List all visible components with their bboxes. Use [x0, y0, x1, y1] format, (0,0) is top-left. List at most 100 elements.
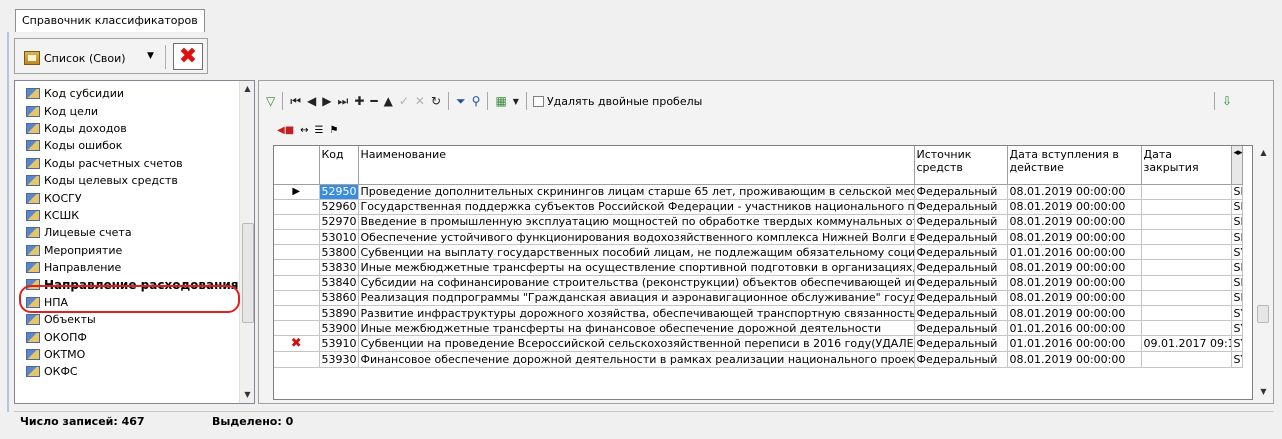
first-record-icon[interactable]: ⏮ [290, 94, 301, 109]
classifier-item[interactable]: Коды ошибок [15, 137, 239, 154]
cell-extra[interactable]: SY [1231, 351, 1243, 368]
close-button[interactable]: ✖ [173, 43, 203, 70]
cell-code[interactable]: 53010 [319, 229, 359, 246]
column-header-end-date[interactable]: Дата закрытия [1141, 146, 1232, 185]
classifier-item[interactable]: Коды целевых средств [15, 172, 239, 189]
column-header-start-date[interactable]: Дата вступления в действие [1007, 146, 1142, 185]
classifier-item[interactable]: Направление расходования [15, 276, 239, 293]
cell-code[interactable]: 52950 [319, 184, 359, 200]
cell-source[interactable]: Федеральный [914, 199, 1008, 215]
cell-start-date[interactable]: 08.01.2019 00:00:00 [1007, 214, 1142, 231]
row-indicator[interactable] [274, 290, 320, 307]
row-indicator[interactable] [274, 259, 320, 276]
search-icon[interactable]: ⚲ [472, 94, 481, 108]
prev-record-icon[interactable]: ◀ [307, 94, 316, 108]
row-indicator[interactable] [274, 275, 320, 291]
row-indicator[interactable] [274, 351, 320, 368]
scroll-thumb[interactable] [242, 223, 254, 323]
cell-name[interactable]: Реализация подпрограммы "Гражданская ави… [358, 290, 915, 307]
cell-start-date[interactable]: 08.01.2019 00:00:00 [1007, 305, 1142, 322]
cell-extra[interactable]: SP [1231, 184, 1243, 200]
add-record-icon[interactable]: ✚ [354, 94, 364, 108]
cell-start-date[interactable]: 08.01.2019 00:00:00 [1007, 275, 1142, 291]
classifier-item[interactable]: ОКОПФ [15, 328, 239, 345]
table-row[interactable]: 53800 Субвенции на выплату государственны… [274, 244, 1243, 261]
cell-extra[interactable]: SY [1231, 244, 1243, 261]
cell-start-date[interactable]: 08.01.2019 00:00:00 [1007, 229, 1142, 246]
cell-start-date[interactable]: 08.01.2019 00:00:00 [1007, 184, 1142, 200]
cell-name[interactable]: Субвенции на проведение Всероссийской се… [358, 335, 915, 353]
table-row[interactable]: ▶ 52950 Проведение дополнительных скрининг… [274, 184, 1243, 200]
tab-classifiers[interactable]: Справочник классификаторов [15, 9, 205, 32]
row-indicator[interactable] [274, 229, 320, 246]
cell-end-date[interactable] [1141, 259, 1232, 276]
cell-start-date[interactable]: 01.01.2016 00:00:00 [1007, 244, 1142, 261]
column-header-name[interactable]: Наименование [358, 146, 915, 185]
next-record-icon[interactable]: ▶ [322, 94, 331, 108]
cell-code[interactable]: 52970 [319, 214, 359, 231]
classifier-item[interactable]: Коды расчетных счетов [15, 155, 239, 172]
cell-start-date[interactable]: 08.01.2019 00:00:00 [1007, 351, 1142, 368]
cell-end-date[interactable]: 09.01.2017 09:1 [1141, 335, 1232, 353]
delete-record-icon[interactable]: ━ [370, 94, 377, 108]
cell-name[interactable]: Введение в промышленную эксплуатацию мощ… [358, 214, 915, 231]
row-indicator[interactable]: ▶ [274, 184, 320, 200]
refresh-icon[interactable]: ↻ [431, 94, 441, 108]
row-indicator[interactable]: ✖ [274, 335, 320, 353]
classifier-item[interactable]: ОКТМО [15, 346, 239, 363]
table-row[interactable]: 53830 Иные межбюджетные трансферты на осу… [274, 259, 1243, 276]
classifier-item[interactable]: Направление [15, 259, 239, 276]
checkbox-box[interactable] [532, 95, 544, 107]
remove-double-spaces-checkbox[interactable]: Удалять двойные пробелы [532, 95, 702, 108]
cell-extra[interactable]: SP [1231, 229, 1243, 246]
cell-end-date[interactable] [1141, 275, 1232, 291]
classifier-item[interactable]: Объекты [15, 311, 239, 328]
cell-end-date[interactable] [1141, 320, 1232, 337]
cell-end-date[interactable] [1141, 184, 1232, 200]
cell-name[interactable]: Иные межбюджетные трансферты на осуществ… [358, 259, 915, 276]
cell-end-date[interactable] [1141, 199, 1232, 215]
row-indicator[interactable] [274, 320, 320, 337]
cancel-edit-icon[interactable]: ✕ [415, 94, 425, 108]
classifier-item[interactable]: КОСГУ [15, 189, 239, 206]
cell-code[interactable]: 52960 [319, 199, 359, 215]
cell-name[interactable]: Финансовое обеспечение дорожной деятельн… [358, 351, 915, 368]
cell-code[interactable]: 53900 [319, 320, 359, 337]
chevron-down-icon[interactable]: ▼ [513, 97, 519, 106]
classifier-item[interactable]: Мероприятие [15, 242, 239, 259]
columns-list-icon[interactable]: ☰ [315, 125, 324, 136]
cell-source[interactable]: Федеральный [914, 320, 1008, 337]
scroll-up-icon[interactable]: ▲ [1255, 145, 1272, 161]
cell-name[interactable]: Иные межбюджетные трансферты на финансов… [358, 320, 915, 337]
cell-end-date[interactable] [1141, 305, 1232, 322]
cell-end-date[interactable] [1141, 244, 1232, 261]
list-dropdown-button[interactable]: Список (Свои) [24, 47, 126, 69]
cell-source[interactable]: Федеральный [914, 184, 1008, 200]
cell-start-date[interactable]: 01.01.2016 00:00:00 [1007, 335, 1142, 353]
cell-extra[interactable]: SP [1231, 275, 1243, 291]
cell-code[interactable]: 53830 [319, 259, 359, 276]
flag-icon[interactable]: ⚑ [330, 125, 339, 136]
classifier-item[interactable]: Лицевые счета [15, 224, 239, 241]
cell-source[interactable]: Федеральный [914, 275, 1008, 291]
cell-name[interactable]: Государственная поддержка субъектов Росс… [358, 199, 915, 215]
cell-name[interactable]: Развитие инфраструктуры дорожного хозяйс… [358, 305, 915, 322]
classifier-item[interactable]: Коды доходов [15, 120, 239, 137]
download-arrow-icon[interactable]: ⇩ [1222, 94, 1232, 108]
cell-code[interactable]: 53800 [319, 244, 359, 261]
table-row[interactable]: 53930 Финансовое обеспечение дорожной дея… [274, 351, 1243, 368]
filter-active-icon[interactable]: ▽ [266, 94, 275, 108]
scroll-up-icon[interactable]: ▲ [240, 81, 254, 97]
grid-scrollbar[interactable]: ▲ ▼ [1255, 145, 1272, 400]
post-record-icon[interactable]: ✓ [399, 94, 409, 108]
table-row[interactable]: 53010 Обеспечение устойчивого функциониро… [274, 229, 1243, 246]
classifier-list-scrollbar[interactable]: ▲ ▼ [239, 81, 254, 403]
cell-extra[interactable]: SY [1231, 335, 1243, 353]
cell-start-date[interactable]: 08.01.2019 00:00:00 [1007, 290, 1142, 307]
cell-start-date[interactable]: 08.01.2019 00:00:00 [1007, 259, 1142, 276]
cell-extra[interactable]: SY [1231, 320, 1243, 337]
export-icon[interactable]: ▦ [495, 94, 506, 108]
cell-name[interactable]: Проведение дополнительных скринингов лиц… [358, 184, 915, 200]
cell-end-date[interactable] [1141, 229, 1232, 246]
classifier-item[interactable]: НПА [15, 294, 239, 311]
